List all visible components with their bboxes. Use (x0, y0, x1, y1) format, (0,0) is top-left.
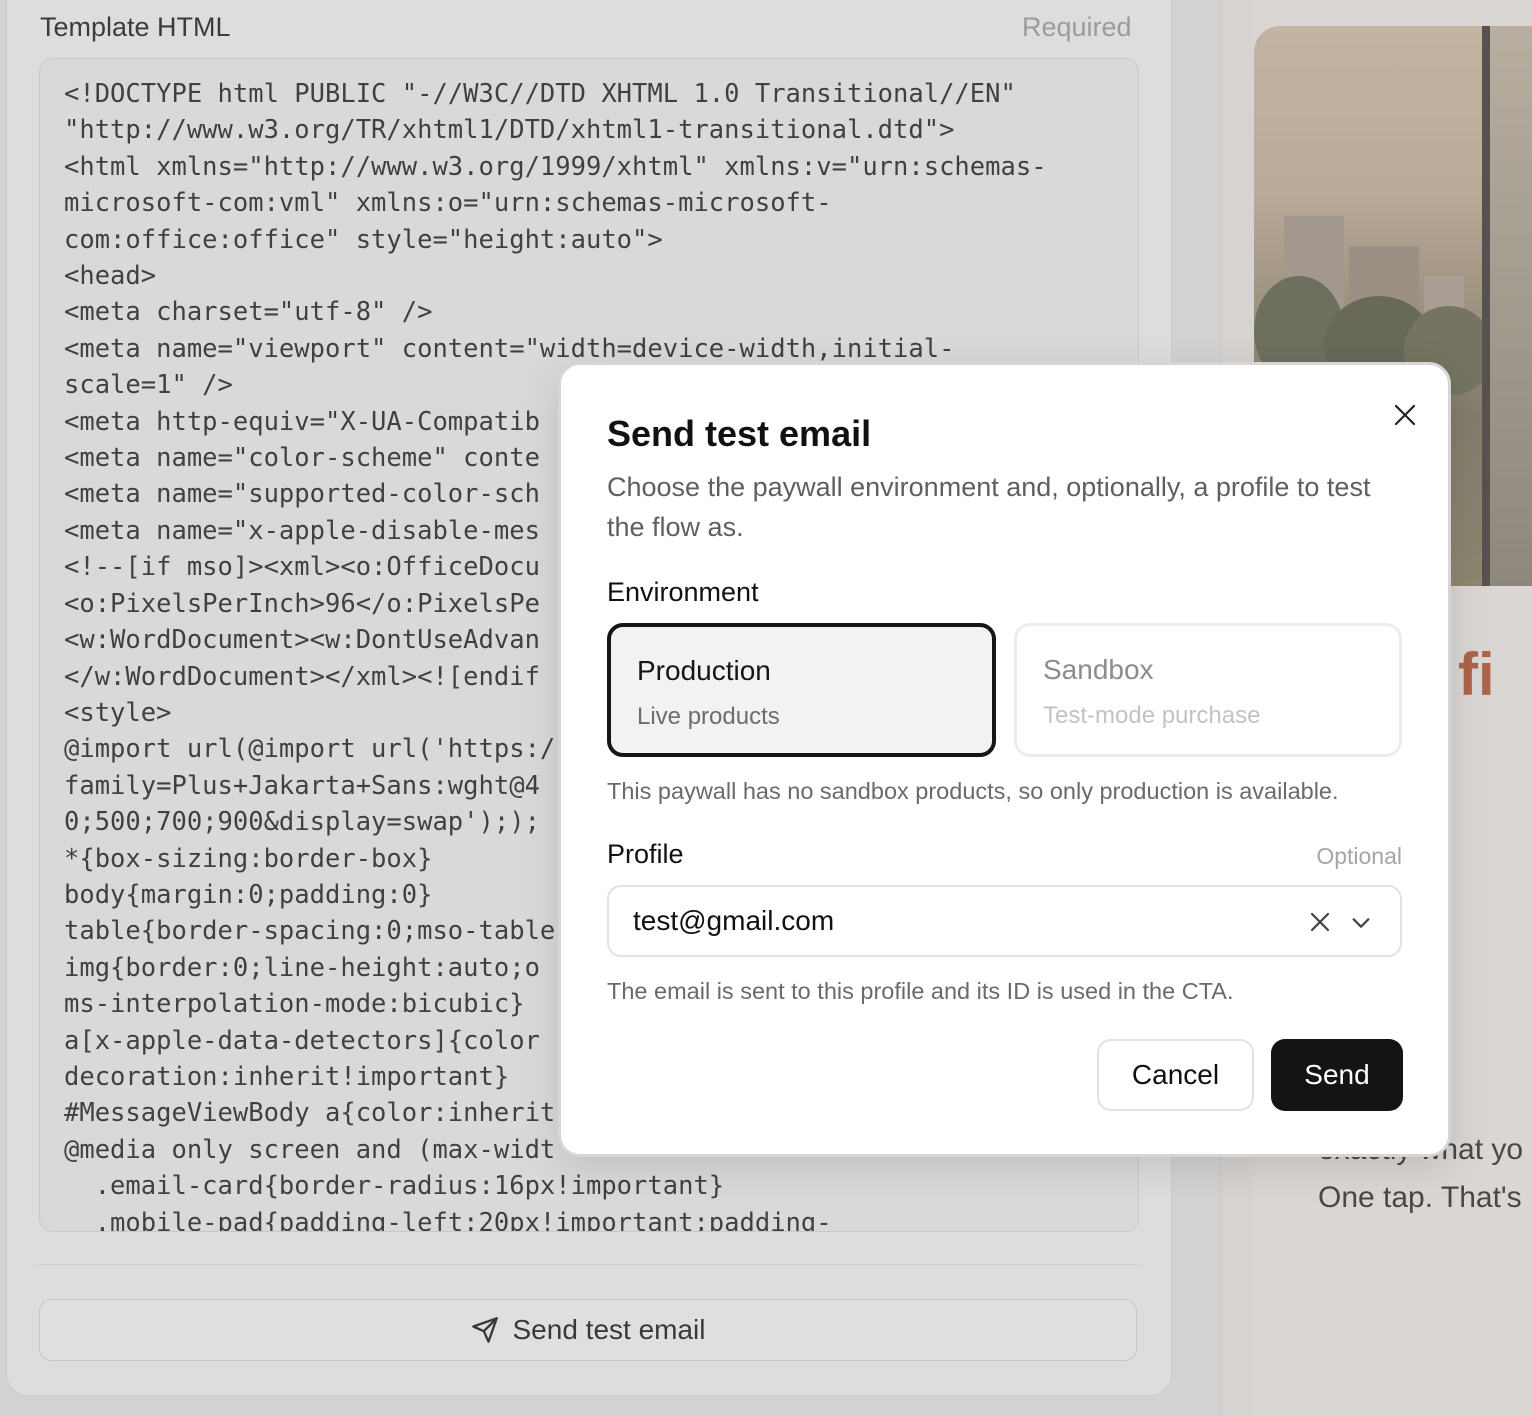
send-button[interactable]: Send (1271, 1039, 1403, 1111)
environment-option-production[interactable]: Production Live products (607, 623, 996, 757)
environment-option-subtitle: Live products (637, 703, 780, 730)
close-button[interactable] (1389, 399, 1421, 431)
profile-select[interactable]: test@gmail.com (607, 885, 1402, 957)
environment-label: Environment (607, 577, 759, 607)
profile-help-text: The email is sent to this profile and it… (607, 978, 1234, 1004)
dialog-title: Send test email (607, 413, 872, 454)
environment-help-text: This paywall has no sandbox products, so… (607, 778, 1339, 804)
environment-option-subtitle: Test-mode purchase (1043, 702, 1261, 729)
optional-label: Optional (1316, 843, 1402, 869)
profile-label: Profile (607, 839, 684, 869)
environment-option-title: Production (637, 655, 771, 686)
profile-selected-value: test@gmail.com (633, 905, 835, 936)
clear-icon[interactable] (1308, 910, 1332, 934)
close-icon (1394, 404, 1416, 426)
environment-option-sandbox[interactable]: Sandbox Test-mode purchase (1014, 623, 1402, 757)
environment-option-title: Sandbox (1043, 654, 1154, 685)
dialog-description: Choose the paywall environment and, opti… (607, 472, 1371, 542)
send-test-email-dialog: Send test email Choose the paywall envir… (558, 362, 1451, 1157)
chevron-down-icon[interactable] (1350, 912, 1372, 934)
cancel-button[interactable]: Cancel (1097, 1039, 1254, 1111)
